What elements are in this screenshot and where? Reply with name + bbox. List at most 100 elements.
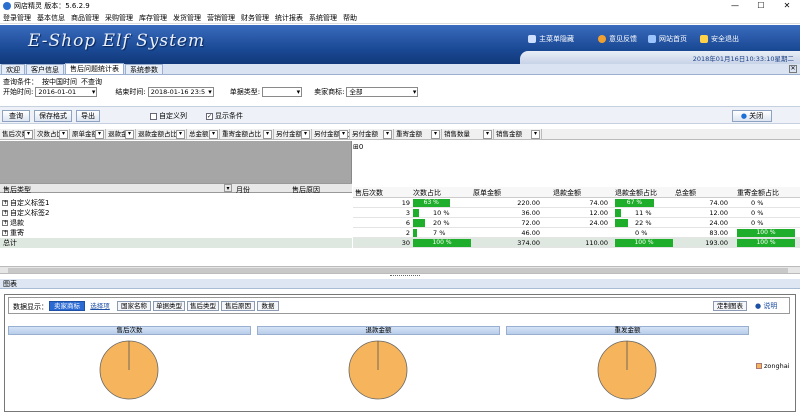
cell-resend-ratio: 0 % <box>751 199 764 207</box>
field-refund-ratio[interactable]: 退款金额占比 <box>136 129 187 140</box>
field-sales-qty[interactable]: 销售数量 <box>442 129 494 140</box>
field-count-ratio[interactable]: 次数占比 <box>35 129 70 140</box>
field-extra-pay-ratio[interactable]: 另付金额占比 <box>312 129 350 140</box>
expand-icon[interactable]: + <box>2 230 8 236</box>
row-custom-tag-2[interactable]: + 自定义标签2 <box>0 208 352 218</box>
ds-country-button[interactable]: 国家名称 <box>117 301 151 311</box>
menu-shipping[interactable]: 发货管理 <box>170 12 204 24</box>
tab-welcome[interactable]: 欢迎 <box>1 64 25 74</box>
homepage-link[interactable]: 网站首页 <box>648 34 687 44</box>
ds-reason-button[interactable]: 售后原因 <box>221 301 255 311</box>
col-field-reason[interactable]: 售后原因 <box>292 185 320 195</box>
cell-refund-ratio: 67 % <box>626 199 643 206</box>
field-total-amount[interactable]: 总金额 <box>187 129 220 140</box>
logout-link[interactable]: 安全退出 <box>700 34 739 44</box>
cell-refund: 110.00 <box>585 239 608 247</box>
hdr-total: 总金额 <box>675 189 696 197</box>
filter-row: 开始时间: 2016-01-01 结束时间: 2018-01-16 23:5 单… <box>3 86 419 98</box>
legend-label: zonghai <box>764 362 790 370</box>
splitter-handle[interactable] <box>390 275 420 278</box>
data-source-label: 数据显示： <box>13 303 48 311</box>
legend-swatch <box>756 363 762 369</box>
ds-data-button[interactable]: 数据 <box>257 301 279 311</box>
pivot-filter[interactable]: ⊞0 <box>353 143 363 151</box>
doc-type-select[interactable] <box>262 87 303 97</box>
expand-icon[interactable]: + <box>2 220 8 226</box>
menu-basic-info[interactable]: 基本信息 <box>34 12 68 24</box>
menu-products[interactable]: 商品管理 <box>68 12 102 24</box>
feedback-link[interactable]: 意见反馈 <box>598 34 637 44</box>
close-icon: ● <box>740 112 747 120</box>
menu-marketing[interactable]: 营销管理 <box>204 12 238 24</box>
help-link[interactable]: ● 说明 <box>755 301 777 311</box>
start-time-picker[interactable]: 2016-01-01 <box>35 87 98 97</box>
field-refund-amount[interactable]: 退款金额 <box>106 129 136 140</box>
cell-orig: 72.00 <box>521 219 540 227</box>
cell-refund: 74.00 <box>589 199 608 207</box>
window-title-bar: 网店精灵 版本：5.6.2.9 — ☐ ✕ <box>0 0 800 12</box>
hide-menu-link[interactable]: 主菜单隐藏 <box>528 34 574 44</box>
query-button[interactable]: 查询 <box>2 110 30 122</box>
field-resend-amount[interactable]: 重寄金额 <box>394 129 442 140</box>
field-extra-pay[interactable]: 另付金额 <box>274 129 312 140</box>
export-button[interactable]: 导出 <box>76 110 100 122</box>
show-cond-label: 显示条件 <box>215 112 243 120</box>
cell-orig: 374.00 <box>517 239 540 247</box>
expand-icon[interactable]: + <box>2 210 8 216</box>
row-custom-tag-1[interactable]: + 自定义标签1 <box>0 198 352 208</box>
window-title: 网店精灵 版本：5.6.2.9 <box>14 2 90 10</box>
row-refund[interactable]: + 退款 <box>0 218 352 228</box>
feedback-icon <box>598 35 606 43</box>
tab-after-sales-report[interactable]: 售后问题统计表 <box>65 63 124 74</box>
ds-doc-type-button[interactable]: 单据类型 <box>153 301 185 311</box>
close-button[interactable]: ● 关闭 <box>732 110 772 122</box>
menu-help[interactable]: 帮助 <box>340 12 360 24</box>
field-sales-amount[interactable]: 销售金额 <box>494 129 542 140</box>
field-original-amount[interactable]: 原单金额 <box>70 129 106 140</box>
menu-reports[interactable]: 统计报表 <box>272 12 306 24</box>
hdr-refund-ratio: 退款金额占比 <box>615 189 657 197</box>
refund-ratio-bar: 100 % <box>615 239 673 247</box>
pie-title-refund: 退款金额 <box>257 326 500 335</box>
close-window-button[interactable]: ✕ <box>774 0 800 12</box>
cell-count: 3 <box>405 209 410 217</box>
end-time-picker[interactable]: 2018-01-16 23:5 <box>147 87 214 97</box>
row-resend[interactable]: + 重寄 <box>0 228 352 238</box>
cell-resend-ratio: 100 % <box>756 239 776 246</box>
pie-charts <box>99 340 657 400</box>
menu-system[interactable]: 系统管理 <box>306 12 340 24</box>
cell-ratio: 20 % <box>433 219 450 227</box>
cell-ratio: 10 % <box>433 209 450 217</box>
help-label: 说明 <box>763 302 778 310</box>
hide-menu-label: 主菜单隐藏 <box>539 35 574 43</box>
tab-customers[interactable]: 客户信息 <box>26 64 64 74</box>
save-format-button[interactable]: 保存格式 <box>34 110 72 122</box>
checkbox-checked-icon: ✓ <box>206 112 213 120</box>
menu-inventory[interactable]: 库存管理 <box>136 12 170 24</box>
field-extra-pay-2[interactable]: 另付金额 <box>350 129 394 140</box>
custom-cols-checkbox[interactable]: 自定义列 <box>150 111 187 121</box>
field-resend-ratio[interactable]: 重寄金额占比 <box>220 129 274 140</box>
menu-purchase[interactable]: 采购管理 <box>102 12 136 24</box>
menu-finance[interactable]: 财务管理 <box>238 12 272 24</box>
minimize-button[interactable]: — <box>722 0 748 12</box>
show-cond-checkbox[interactable]: ✓ 显示条件 <box>206 111 243 121</box>
field-after-sales-count[interactable]: 售后次数 <box>0 129 35 140</box>
row-field-after-sales-type[interactable]: 售后类型 <box>3 185 31 195</box>
sort-icon[interactable]: ▾ <box>224 184 232 192</box>
menu-login[interactable]: 登录管理 <box>0 12 34 24</box>
scrollbar-thumb[interactable] <box>8 268 788 273</box>
ds-selected-link[interactable]: 选择项 <box>87 301 113 311</box>
horizontal-scrollbar[interactable] <box>0 266 800 274</box>
col-field-month[interactable]: 月份 <box>236 185 250 195</box>
seller-select[interactable]: 全部 <box>346 87 419 97</box>
expand-icon[interactable]: + <box>2 200 8 206</box>
cell-total: 24.00 <box>709 219 728 227</box>
ds-after-sales-type-button[interactable]: 售后类型 <box>187 301 219 311</box>
maximize-button[interactable]: ☐ <box>748 0 774 12</box>
info-icon: ● <box>755 302 762 310</box>
custom-chart-button[interactable]: 定制图表 <box>713 301 747 311</box>
ds-seller-button[interactable]: 卖家商标 <box>49 301 85 311</box>
close-tab-icon[interactable]: ✕ <box>789 65 797 73</box>
tab-system-params[interactable]: 系统参数 <box>125 64 163 74</box>
